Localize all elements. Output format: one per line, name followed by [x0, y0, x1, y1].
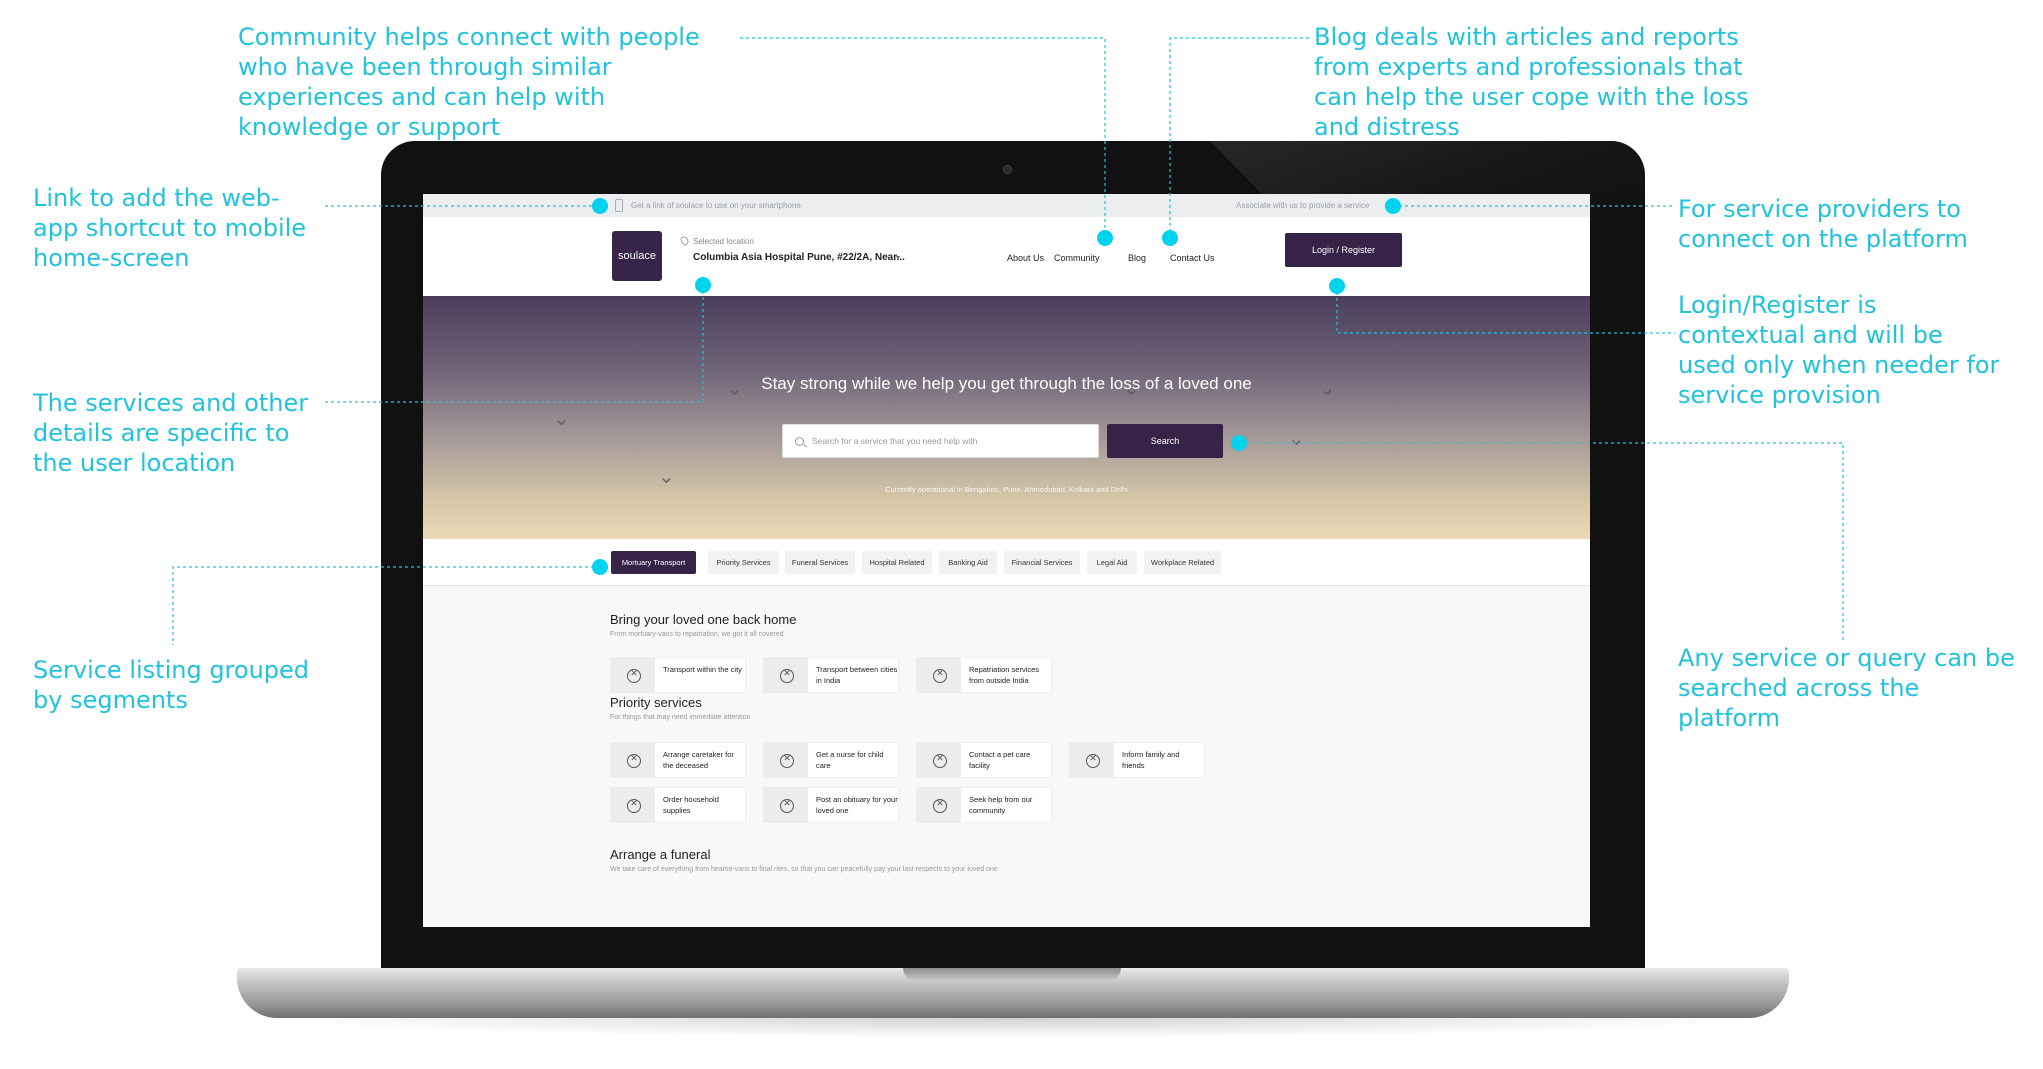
service-card[interactable]: Repatriation services from outside India: [916, 657, 1052, 693]
service-icon: [764, 743, 808, 777]
tab-hospital-related[interactable]: Hospital Related: [862, 551, 932, 574]
login-register-button[interactable]: Login / Register: [1285, 233, 1402, 267]
chevron-down-icon[interactable]: ▾: [896, 253, 900, 262]
service-icon: [764, 788, 808, 822]
section-subtitle: We take care of everything from hearse-v…: [610, 866, 998, 873]
service-card[interactable]: Contact a pet care facility: [916, 742, 1052, 778]
location-marker-dot: [695, 277, 711, 293]
service-icon: [764, 658, 808, 692]
logo-text: soulace: [618, 250, 656, 262]
location-selector[interactable]: Columbia Asia Hospital Pune, #22/2A, Nea…: [693, 252, 905, 263]
listing-marker-dot: [592, 559, 608, 575]
service-card-label: Arrange caretaker for the deceased: [663, 750, 734, 770]
tab-banking-aid[interactable]: Banking Aid: [939, 551, 997, 574]
location-label: Selected location: [693, 237, 754, 246]
service-card[interactable]: Post an obituary for your loved one: [763, 787, 899, 823]
service-card[interactable]: Transport between cities in India: [763, 657, 899, 693]
service-card[interactable]: Get a nurse for child care: [763, 742, 899, 778]
service-card[interactable]: Transport within the city: [610, 657, 746, 693]
annotation-location: The services and other details are speci…: [33, 389, 309, 477]
service-card[interactable]: Arrange caretaker for the deceased: [610, 742, 746, 778]
service-card-label: Repatriation services from outside India: [969, 665, 1040, 685]
tab-legal-aid[interactable]: Legal Aid: [1087, 551, 1137, 574]
nav-blog[interactable]: Blog: [1128, 253, 1146, 263]
service-card[interactable]: Order household supplies: [610, 787, 746, 823]
service-card-label: Transport between cities in India: [816, 665, 898, 685]
service-card-label: Post an obituary for your loved one: [816, 795, 898, 815]
service-icon: [917, 743, 961, 777]
service-icon: [1070, 743, 1114, 777]
section-title: Bring your loved one back home: [610, 612, 797, 627]
section-title: Priority services: [610, 695, 702, 710]
bird-icon: ⌄: [1288, 428, 1305, 450]
service-card[interactable]: Seek help from our community: [916, 787, 1052, 823]
section-subtitle: From mortuary-vans to repatriation, we g…: [610, 631, 784, 638]
search-input[interactable]: Search for a service that you need help …: [782, 424, 1099, 458]
service-card-label: Transport within the city: [663, 665, 742, 674]
annotation-providers: For service providers to connect on the …: [1678, 195, 1968, 253]
search-placeholder: Search for a service that you need help …: [812, 436, 978, 446]
operational-cities: Currently operational in Bengaluru, Pune…: [885, 485, 1128, 494]
service-icon: [917, 658, 961, 692]
service-card-label: Get a nurse for child care: [816, 750, 884, 770]
bird-icon: ⌄: [637, 293, 662, 321]
service-card-label: Contact a pet care facility: [969, 750, 1031, 770]
service-card[interactable]: Inform family and friends: [1069, 742, 1205, 778]
navbar: soulace Selected location Columbia Asia …: [423, 217, 1590, 296]
tab-financial-services[interactable]: Financial Services: [1004, 551, 1080, 574]
search-icon: [795, 437, 804, 446]
annotation-listing: Service listing grouped by segments: [33, 656, 310, 714]
laptop-shadow: [250, 1018, 1780, 1038]
annotation-blog: Blog deals with articles and reports fro…: [1314, 23, 1749, 141]
smartphone-icon: [615, 199, 623, 212]
annotation-search: Any service or query can be searched acr…: [1678, 644, 2015, 732]
section-title: Arrange a funeral: [610, 847, 711, 862]
tab-workplace-related[interactable]: Workplace Related: [1144, 551, 1221, 574]
section-subtitle: For things that may need immediate atten…: [610, 714, 751, 721]
service-card-label: Inform family and friends: [1122, 750, 1180, 770]
annotation-community: Community helps connect with people who …: [238, 23, 700, 141]
hero-banner: ⌄ ⌄ ⌄ ⌄ ⌄ ⌄ ⌄ Stay strong while we help …: [423, 294, 1590, 539]
nav-community[interactable]: Community: [1054, 253, 1100, 263]
service-card-label: Order household supplies: [663, 795, 719, 815]
provider-marker-dot: [1385, 198, 1401, 214]
service-icon: [611, 658, 655, 692]
service-icon: [917, 788, 961, 822]
blog-marker-dot: [1162, 230, 1178, 246]
laptop-notch: [903, 968, 1121, 981]
webapp-marker-dot: [592, 198, 608, 214]
camera-icon: [1003, 165, 1012, 174]
search-button[interactable]: Search: [1107, 424, 1223, 458]
tab-mortuary-transport[interactable]: Mortuary Transport: [611, 551, 696, 574]
nav-about-us[interactable]: About Us: [1007, 253, 1044, 263]
tab-funeral-services[interactable]: Funeral Services: [785, 551, 855, 574]
search-marker-dot: [1231, 435, 1247, 451]
service-card-label: Seek help from our community: [969, 795, 1033, 815]
bird-icon: ⌄: [553, 408, 570, 430]
location-pin-icon: [678, 234, 691, 247]
service-icon: [611, 788, 655, 822]
annotation-webapp: Link to add the web-app shortcut to mobi…: [33, 184, 307, 272]
hero-title: Stay strong while we help you get throug…: [761, 374, 1252, 393]
login-marker-dot: [1329, 278, 1345, 294]
logo[interactable]: soulace: [612, 231, 662, 281]
annotation-login: Login/Register is contextual and will be…: [1678, 291, 2000, 409]
nav-contact-us[interactable]: Contact Us: [1170, 253, 1215, 263]
service-icon: [611, 743, 655, 777]
community-marker-dot: [1097, 230, 1113, 246]
tab-priority-services[interactable]: Priority Services: [708, 551, 779, 574]
provider-link[interactable]: Associate with us to provide a service: [1236, 201, 1369, 210]
webapp-link[interactable]: Get a link of soulace to use on your sma…: [631, 201, 801, 210]
